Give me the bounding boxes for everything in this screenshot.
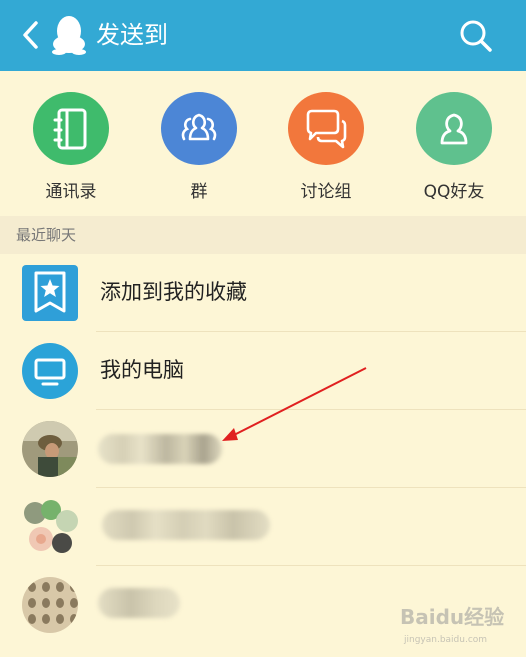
friend-icon	[440, 113, 468, 144]
recent-chats-header: 最近聊天	[0, 216, 526, 254]
list-item-contact[interactable]	[0, 410, 526, 488]
contacts-circle	[33, 92, 109, 165]
group-avatar	[24, 500, 78, 553]
search-button[interactable]	[456, 16, 496, 56]
computer-monitor-icon	[22, 343, 78, 399]
quick-action-group[interactable]: 群	[139, 92, 259, 202]
friends-circle	[416, 92, 492, 165]
blurred-name	[98, 588, 180, 618]
chevron-left-icon	[23, 21, 38, 49]
group-circle	[161, 92, 237, 165]
discussion-circle	[288, 92, 364, 165]
contacts-book-icon	[53, 108, 87, 149]
avatar	[22, 577, 78, 633]
list-item-group-chat[interactable]	[0, 488, 526, 566]
quick-action-discussion[interactable]: 讨论组	[266, 92, 386, 202]
page-title: 发送到	[96, 21, 168, 49]
quick-action-label: QQ好友	[423, 182, 485, 202]
list-item-label: 我的电脑	[100, 358, 184, 382]
quick-action-label: 通讯录	[45, 182, 97, 202]
avatar	[22, 421, 78, 477]
quick-action-label: 群	[190, 182, 208, 202]
back-button[interactable]	[16, 20, 46, 50]
watermark-subtext: jingyan.baidu.com	[403, 635, 487, 645]
list-item-favorites[interactable]: 添加到我的收藏	[0, 254, 526, 332]
qq-penguin-icon	[52, 16, 86, 55]
blurred-name	[102, 510, 270, 540]
discussion-icon	[306, 109, 347, 148]
quick-action-label: 讨论组	[300, 182, 352, 202]
group-icon	[181, 113, 217, 140]
list-item-label: 添加到我的收藏	[100, 280, 247, 304]
list-item-my-computer[interactable]: 我的电脑	[0, 332, 526, 410]
favorites-star-icon	[22, 265, 78, 321]
blurred-name	[98, 434, 222, 464]
top-bar: 发送到	[0, 0, 526, 71]
search-icon	[460, 20, 492, 52]
quick-actions: 通讯录 群 讨论组 QQ好友	[0, 80, 526, 210]
baidu-watermark: Baidu经验 jingyan.baidu.com	[400, 605, 504, 645]
quick-action-contacts[interactable]: 通讯录	[11, 92, 131, 202]
quick-action-friends[interactable]: QQ好友	[394, 92, 514, 202]
watermark-text: Baidu经验	[400, 605, 504, 629]
